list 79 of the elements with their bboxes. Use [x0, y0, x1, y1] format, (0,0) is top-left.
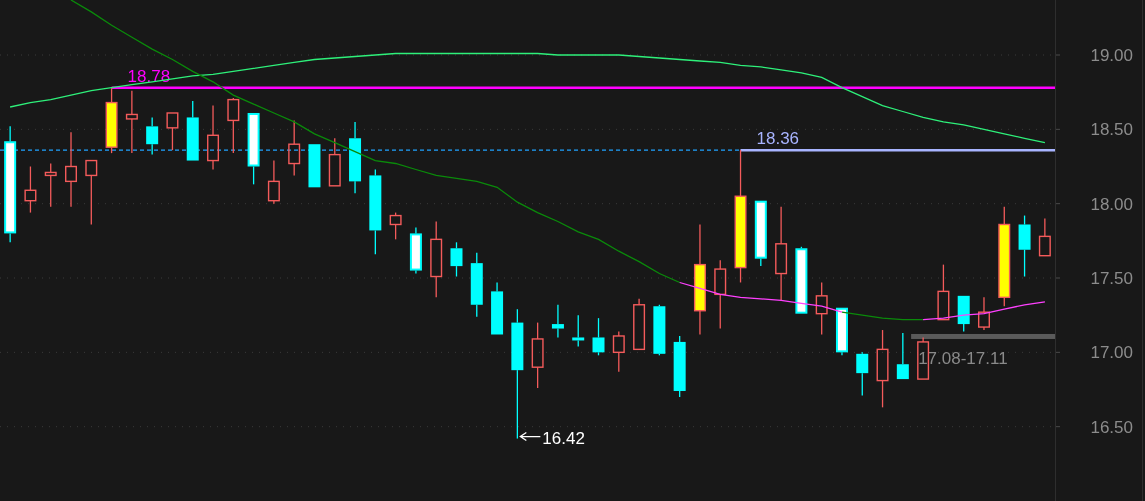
axis-label: 17.00 — [1090, 343, 1133, 363]
candle-wick — [618, 330, 620, 337]
candle-wick — [679, 390, 681, 398]
candle-wick — [70, 131, 72, 168]
candle-wick — [881, 379, 884, 408]
candle-wick — [70, 180, 72, 208]
candle-wick — [739, 149, 742, 197]
price-label: 18.78 — [127, 66, 171, 86]
candle-wick — [9, 232, 11, 243]
candle-wick — [638, 298, 640, 306]
candle-wick — [374, 168, 376, 177]
axis-label: 19.00 — [1090, 46, 1133, 65]
candle-wick — [212, 159, 214, 171]
candle-wick — [395, 211, 397, 217]
candle-wick — [232, 119, 234, 154]
candle-wick — [435, 220, 437, 240]
candle-wick — [415, 269, 417, 275]
candle-wick — [415, 226, 417, 235]
candle-wick — [537, 321, 539, 340]
axis-label: 16.50 — [1090, 417, 1133, 437]
candle-wick — [110, 146, 113, 154]
candle-wick — [881, 329, 884, 350]
candle-wick — [212, 104, 214, 136]
candle-wick — [29, 200, 32, 214]
candle-wick — [273, 159, 275, 182]
candle-wick — [90, 174, 92, 226]
candle-wick — [699, 223, 701, 266]
candle-wick — [821, 313, 823, 336]
candle-wick — [273, 200, 275, 205]
candle-wick — [780, 272, 782, 301]
candle-wick — [496, 281, 498, 293]
candle-wick — [597, 351, 600, 356]
candle-wick — [293, 162, 295, 177]
candle-wick — [780, 206, 782, 245]
candle-wick — [699, 310, 701, 336]
candle-wick — [597, 317, 600, 339]
candle-wick — [557, 304, 559, 325]
candle-wick — [232, 97, 234, 101]
candle-wick — [354, 121, 356, 139]
candle-wick — [841, 351, 843, 356]
axis-label: 18.50 — [1090, 120, 1133, 140]
candle-wick — [983, 326, 985, 331]
axis-label: 17.50 — [1090, 269, 1133, 288]
candle-wick — [922, 336, 924, 343]
candle-wick — [9, 125, 11, 142]
candle-wick — [435, 275, 437, 298]
candle-wick — [395, 223, 397, 240]
candle-wick — [679, 335, 681, 343]
candle-wick — [293, 119, 295, 145]
pointer-arrow — [519, 431, 541, 442]
candle-wick — [131, 118, 133, 154]
candle-wick — [516, 369, 518, 440]
price-label: 18.36 — [756, 129, 800, 149]
candle-wick — [861, 372, 863, 397]
candle-wick — [374, 229, 376, 255]
candle-wick — [455, 241, 458, 249]
candle-wick — [516, 308, 518, 324]
candle-wick — [29, 165, 32, 191]
candle-wick — [861, 351, 863, 355]
candle-wick — [537, 366, 539, 389]
candle-wick — [131, 90, 133, 116]
candle-wick — [334, 137, 336, 156]
axis-label: 18.00 — [1090, 194, 1133, 214]
candle-wick — [902, 332, 904, 365]
candle-wick — [719, 293, 721, 330]
candle-wick — [658, 304, 661, 307]
candle-wick — [557, 327, 559, 339]
candle-wick — [658, 353, 661, 356]
low-price-label: 16.42 — [542, 428, 585, 448]
candle-wick — [171, 127, 174, 151]
candle-wick — [821, 281, 823, 297]
candle-wick — [983, 296, 985, 313]
candle-wick — [1023, 249, 1026, 278]
candle-wick — [354, 180, 356, 194]
candle-wick — [618, 351, 620, 373]
candle-wick — [719, 259, 721, 270]
candle-wick — [800, 246, 803, 249]
candle-wick — [942, 263, 945, 293]
candle-wick — [1044, 217, 1046, 238]
